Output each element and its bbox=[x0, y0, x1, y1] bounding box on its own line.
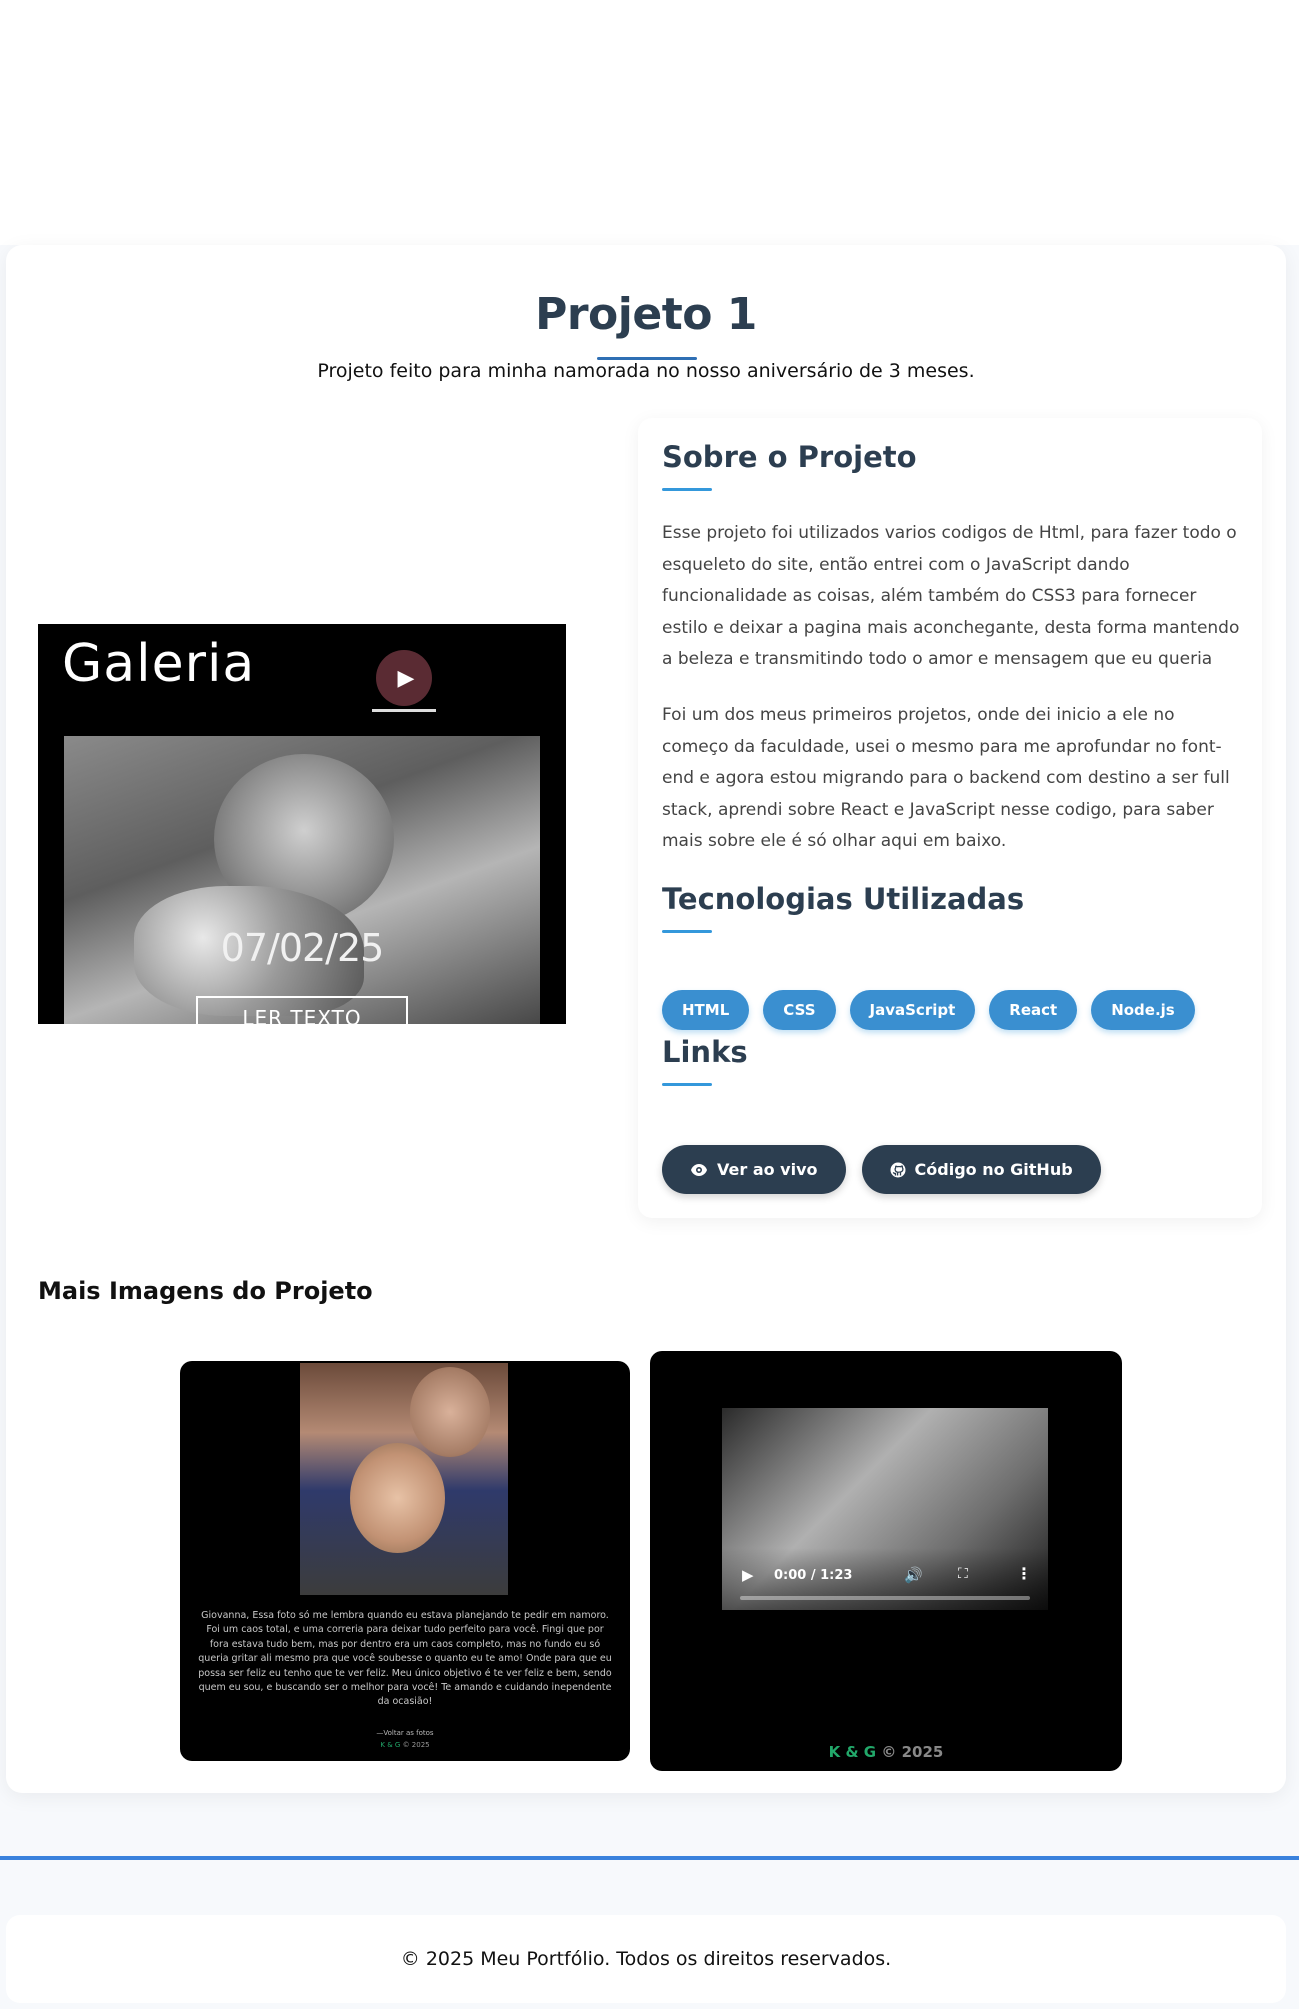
project-card: Projeto 1 Projeto feito para minha namor… bbox=[6, 245, 1286, 1793]
footer-divider bbox=[0, 1856, 1299, 1860]
more-options-icon[interactable]: ⋮ bbox=[1016, 1564, 1032, 1583]
letter-brand: K & G bbox=[380, 1741, 401, 1749]
eye-icon bbox=[691, 1163, 707, 1176]
tech-heading: Tecnologias Utilizadas bbox=[662, 882, 1025, 916]
video-player[interactable]: ▶ 0:00 / 1:23 🔊 ⛶ ⋮ bbox=[722, 1408, 1048, 1610]
about-paragraph-2: Foi um dos meus primeiros projetos, onde… bbox=[662, 705, 1230, 851]
project-links: Ver ao vivo Código no GitHub bbox=[662, 1145, 1101, 1194]
project-preview-image[interactable]: Galeria ▶ 07/02/25 LER TEXTO bbox=[38, 624, 566, 1024]
github-icon bbox=[890, 1162, 906, 1177]
about-paragraph-1: Esse projeto foi utilizados varios codig… bbox=[662, 523, 1240, 669]
volume-icon[interactable]: 🔊 bbox=[904, 1566, 923, 1584]
photo-person-woman bbox=[350, 1443, 445, 1553]
video-time: 0:00 / 1:23 bbox=[774, 1568, 853, 1583]
tech-tag: HTML bbox=[662, 990, 750, 1030]
letter-text: Giovanna, Essa foto só me lembra quando … bbox=[198, 1610, 612, 1708]
tech-tag-list: HTML CSS JavaScript React Node.js bbox=[662, 990, 1195, 1030]
tech-tag: React bbox=[989, 990, 1078, 1030]
page-title: Projeto 1 bbox=[535, 289, 757, 340]
page-footer: © 2025 Meu Portfólio. Todos os direitos … bbox=[6, 1915, 1286, 2003]
tech-underline bbox=[662, 930, 712, 933]
preview-photo bbox=[64, 736, 540, 1024]
gallery-image-letter[interactable]: Giovanna, Essa foto só me lembra quando … bbox=[180, 1361, 630, 1761]
preview-gallery-word: Galeria bbox=[62, 634, 256, 694]
top-blank-area bbox=[0, 0, 1299, 245]
github-code-button[interactable]: Código no GitHub bbox=[861, 1145, 1101, 1194]
fullscreen-icon[interactable]: ⛶ bbox=[958, 1566, 968, 1582]
video-progress-bar[interactable] bbox=[740, 1596, 1030, 1600]
about-underline bbox=[662, 488, 712, 491]
couple-photo bbox=[300, 1363, 508, 1595]
video-brand: K & G bbox=[828, 1743, 877, 1761]
tech-tag: CSS bbox=[763, 990, 836, 1030]
tech-tag: JavaScript bbox=[849, 990, 976, 1030]
play-icon: ▶ bbox=[376, 650, 432, 706]
photo-person-man bbox=[410, 1367, 490, 1457]
letter-year: © 2025 bbox=[402, 1741, 430, 1749]
links-heading: Links bbox=[662, 1035, 748, 1069]
music-play-button[interactable]: ▶ bbox=[372, 646, 436, 712]
video-controls: ▶ 0:00 / 1:23 🔊 ⛶ ⋮ bbox=[722, 1548, 1048, 1610]
view-live-button[interactable]: Ver ao vivo bbox=[662, 1145, 846, 1194]
about-project-panel: Sobre o Projeto Esse projeto foi utiliza… bbox=[638, 418, 1262, 1218]
footer-copyright: © 2025 Meu Portfólio. Todos os direitos … bbox=[400, 1948, 892, 1970]
tech-tag: Node.js bbox=[1091, 990, 1195, 1030]
view-live-label: Ver ao vivo bbox=[717, 1160, 818, 1179]
letter-footer: K & G © 2025 bbox=[180, 1741, 630, 1749]
read-text-button[interactable]: LER TEXTO bbox=[196, 996, 408, 1024]
video-play-icon[interactable]: ▶ bbox=[742, 1566, 754, 1584]
more-images-heading: Mais Imagens do Projeto bbox=[38, 1277, 373, 1305]
about-heading: Sobre o Projeto bbox=[662, 440, 917, 474]
video-footer: K & G © 2025 bbox=[650, 1743, 1122, 1761]
gallery-video[interactable]: ▶ 0:00 / 1:23 🔊 ⛶ ⋮ K & G © 2025 bbox=[650, 1351, 1122, 1771]
github-label: Código no GitHub bbox=[914, 1160, 1073, 1179]
video-year: © 2025 bbox=[881, 1743, 944, 1761]
letter-sign: —Voltar as fotos bbox=[376, 1729, 434, 1737]
page-subtitle: Projeto feito para minha namorada no nos… bbox=[317, 360, 975, 382]
preview-date: 07/02/25 bbox=[220, 926, 385, 970]
links-underline bbox=[662, 1083, 712, 1086]
